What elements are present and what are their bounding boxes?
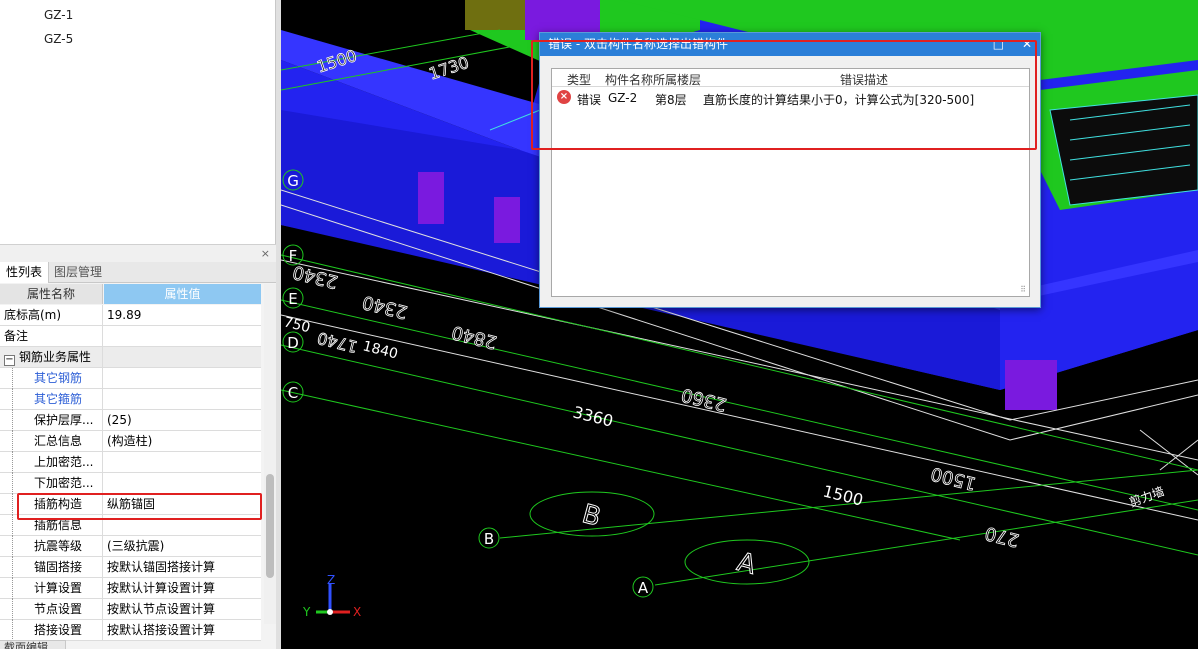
prop-name: 计算设置: [0, 578, 103, 598]
axis-label-text: G: [287, 172, 299, 190]
tab-section-edit[interactable]: 截面编辑: [0, 640, 66, 649]
tab-property-list[interactable]: 性列表: [0, 262, 50, 283]
prop-name: 搭接设置: [0, 620, 103, 640]
app-window: GZ-1 GZ-5 × 性列表 图层管理 属性名称 属性值 底标高(m) 19.…: [0, 0, 1198, 649]
resize-grip-icon[interactable]: ⠿: [1020, 285, 1026, 294]
prop-name: 抗震等级: [0, 536, 103, 556]
table-row[interactable]: 下加密范...: [0, 473, 261, 494]
axis-label-text: D: [287, 334, 299, 352]
table-row[interactable]: 节点设置 按默认节点设置计算: [0, 599, 261, 620]
purple-column: [1005, 360, 1057, 410]
header-property-name[interactable]: 属性名称: [0, 284, 103, 304]
prop-value[interactable]: 按默认节点设置计算: [107, 599, 215, 619]
table-row-group[interactable]: − 钢筋业务属性: [0, 347, 261, 368]
highlight-box-error: [531, 40, 1037, 150]
table-row[interactable]: 上加密范...: [0, 452, 261, 473]
prop-value[interactable]: (25): [107, 410, 132, 430]
table-row[interactable]: 锚固搭接 按默认锚固搭接计算: [0, 557, 261, 578]
property-scrollbar[interactable]: [264, 284, 276, 624]
prop-name: 其它箍筋: [0, 389, 103, 409]
prop-name: 底标高(m): [0, 305, 103, 325]
collapse-icon[interactable]: −: [4, 355, 15, 366]
table-row[interactable]: 其它钢筋: [0, 368, 261, 389]
tree-item-gz5[interactable]: GZ-5: [44, 32, 73, 46]
prop-value[interactable]: 按默认锚固搭接计算: [107, 557, 215, 577]
tab-layer-manager[interactable]: 图层管理: [48, 262, 108, 283]
table-row[interactable]: 计算设置 按默认计算设置计算: [0, 578, 261, 599]
component-tree: GZ-1 GZ-5: [0, 0, 276, 244]
prop-value[interactable]: 按默认搭接设置计算: [107, 620, 215, 640]
prop-name: 上加密范...: [0, 452, 103, 472]
purple-column: [494, 197, 520, 243]
prop-value[interactable]: (构造柱): [107, 431, 152, 451]
axis-label-text: E: [288, 290, 297, 308]
prop-name: 汇总信息: [0, 431, 103, 451]
hatched-area: [1049, 94, 1198, 206]
table-row[interactable]: 保护层厚... (25): [0, 410, 261, 431]
axis-label-text: A: [638, 579, 649, 597]
header-property-value[interactable]: 属性值: [104, 284, 261, 304]
tree-item-gz1[interactable]: GZ-1: [44, 8, 73, 22]
prop-value[interactable]: (三级抗震): [107, 536, 164, 556]
table-row[interactable]: 搭接设置 按默认搭接设置计算: [0, 620, 261, 641]
prop-name: 锚固搭接: [0, 557, 103, 577]
table-row[interactable]: 备注: [0, 326, 261, 347]
prop-value[interactable]: 19.89: [107, 305, 141, 325]
close-icon[interactable]: ×: [261, 247, 270, 260]
axis-y-label: Y: [302, 605, 311, 619]
prop-name: 下加密范...: [0, 473, 103, 493]
prop-name: 备注: [0, 326, 103, 346]
prop-name: 节点设置: [0, 599, 103, 619]
highlight-box-rebar-construction: [17, 493, 262, 520]
axis-z-label: Z: [327, 573, 335, 587]
axis-label-text: C: [288, 384, 298, 402]
table-row[interactable]: 汇总信息 (构造柱): [0, 431, 261, 452]
axis-label-text: B: [484, 530, 494, 548]
property-panel: 性列表 图层管理 属性名称 属性值 底标高(m) 19.89 备注 − 钢筋业务属…: [0, 262, 276, 649]
prop-name: 保护层厚...: [0, 410, 103, 430]
prop-name: 其它钢筋: [0, 368, 103, 388]
panel-splitter[interactable]: ×: [0, 244, 276, 262]
prop-name: 钢筋业务属性: [19, 350, 92, 364]
panel-tabs: 性列表 图层管理: [0, 262, 276, 283]
prop-value[interactable]: 按默认计算设置计算: [107, 578, 215, 598]
table-row[interactable]: 底标高(m) 19.89: [0, 305, 261, 326]
group-cell: − 钢筋业务属性: [0, 347, 103, 367]
scrollbar-thumb[interactable]: [266, 474, 274, 578]
table-row[interactable]: 抗震等级 (三级抗震): [0, 536, 261, 557]
axis-x-label: X: [353, 605, 361, 619]
purple-column: [418, 172, 444, 224]
olive-column: [465, 0, 525, 30]
table-row[interactable]: 其它箍筋: [0, 389, 261, 410]
